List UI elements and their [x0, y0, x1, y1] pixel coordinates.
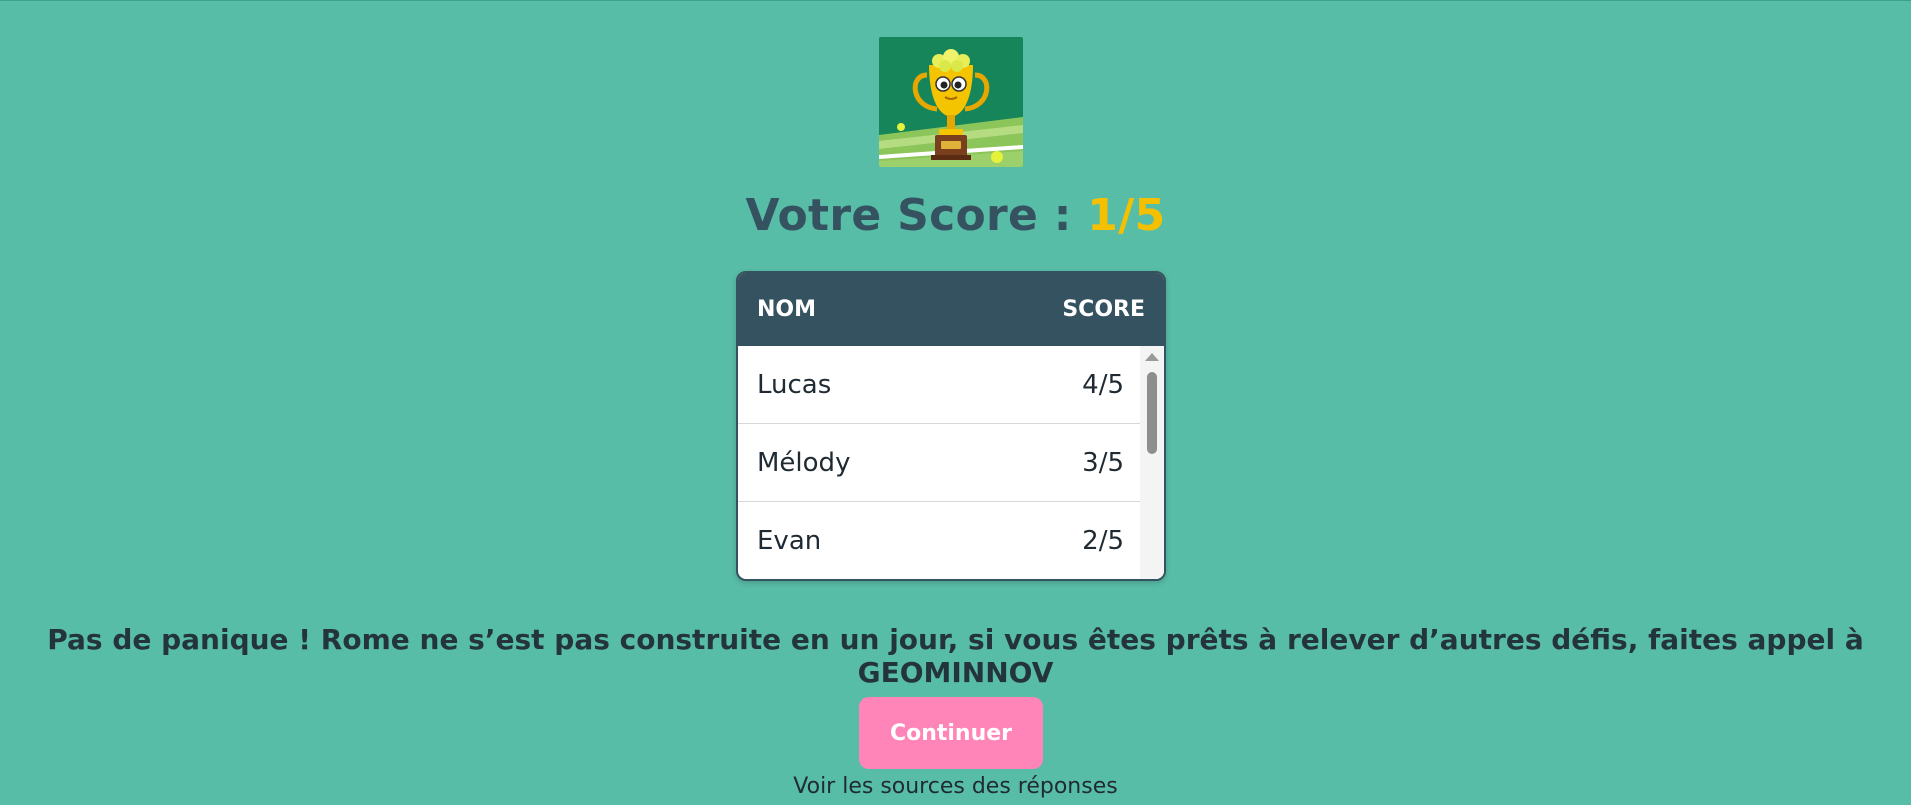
leaderboard-scrollbar[interactable]	[1140, 346, 1164, 579]
leaderboard-header: NOM SCORE	[738, 273, 1164, 346]
trophy-icon	[879, 37, 1023, 167]
top-border	[0, 0, 1911, 1]
column-header-name: NOM	[757, 297, 817, 322]
leaderboard-rows: Lucas 4/5 Mélody 3/5 Evan 2/5	[738, 346, 1142, 579]
leaderboard-table: NOM SCORE Lucas 4/5 Mélody 3/5 Evan 2/5	[736, 271, 1166, 581]
encouragement-message: Pas de panique ! Rome ne s’est pas const…	[47, 623, 1864, 689]
scroll-thumb[interactable]	[1147, 372, 1157, 454]
continue-button[interactable]: Continuer	[859, 697, 1043, 769]
score-heading: Votre Score : 1/5	[0, 190, 1911, 241]
column-header-score: SCORE	[1062, 297, 1145, 322]
sources-link[interactable]: Voir les sources des réponses	[0, 774, 1911, 799]
player-score: 3/5	[1082, 447, 1124, 478]
player-score: 2/5	[1082, 525, 1124, 556]
table-row: Lucas 4/5	[738, 346, 1142, 424]
table-row: Mélody 3/5	[738, 424, 1142, 502]
score-value: 1/5	[1087, 190, 1166, 241]
player-name: Lucas	[757, 369, 832, 400]
player-score: 4/5	[1082, 369, 1124, 400]
player-name: Mélody	[757, 447, 851, 478]
score-label: Votre Score :	[745, 190, 1072, 241]
scroll-up-arrow-icon[interactable]	[1145, 353, 1159, 361]
player-name: Evan	[757, 525, 822, 556]
table-row: Evan 2/5	[738, 502, 1142, 579]
